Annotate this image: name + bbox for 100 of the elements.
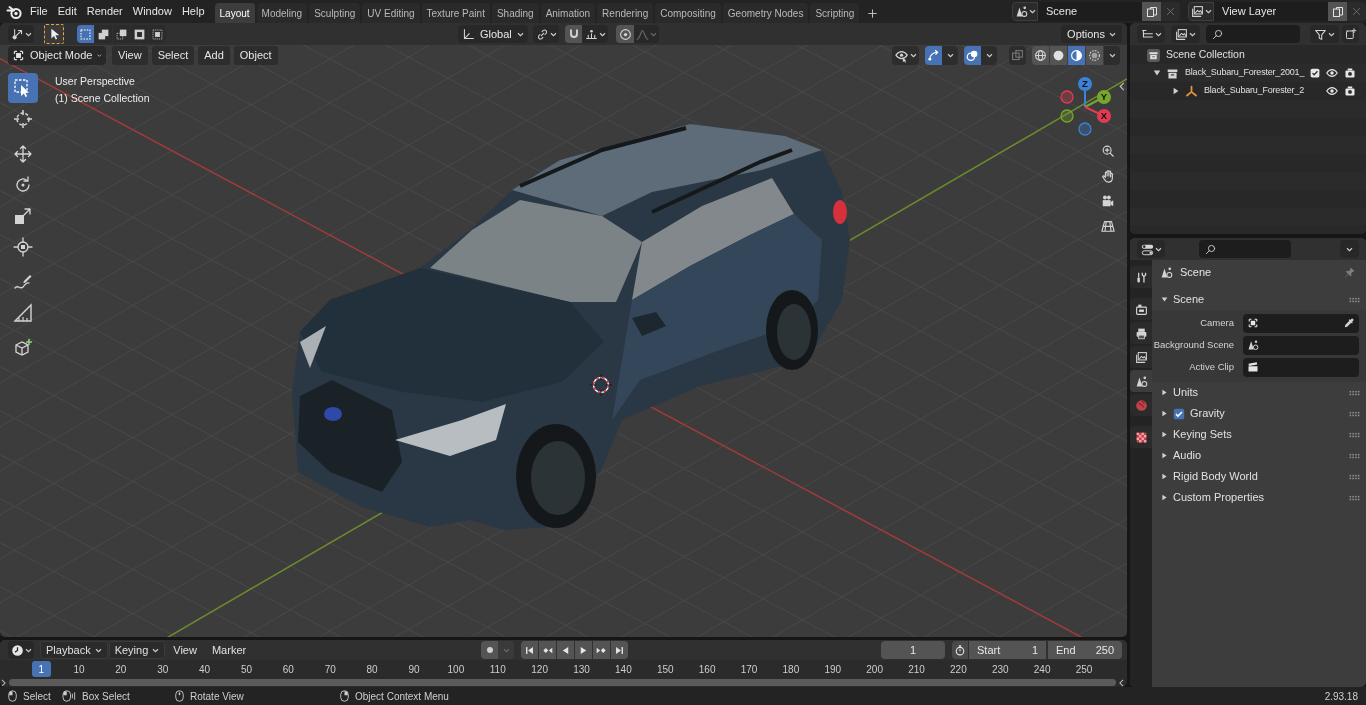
axis-handle[interactable]: Y [1084,90,1111,108]
end-frame-field[interactable]: End 250 [1048,641,1122,659]
timeline-dropdown[interactable]: Keying [108,641,166,659]
header-menu[interactable]: Add [198,46,230,65]
negative-axis-handle[interactable] [1060,90,1074,104]
workspace-tab[interactable]: Animation [540,3,596,23]
render-tab[interactable] [1130,298,1152,320]
disclosure-triangle-icon[interactable] [1172,87,1180,95]
preview-range-toggle[interactable] [952,641,968,659]
header-menu[interactable]: View [166,641,204,659]
shading-mode-button[interactable] [1032,46,1049,65]
drag-handle-icon[interactable] [1349,410,1360,417]
camera-icon[interactable] [1344,67,1356,79]
shading-mode-button[interactable] [1068,46,1085,65]
drag-handle-icon[interactable] [1349,452,1360,459]
shading-mode-button[interactable] [1086,46,1103,65]
previous-keyframe-button[interactable] [539,641,556,659]
view-layer-name-field[interactable]: View Layer [1214,2,1328,21]
gizmo-toggle[interactable] [925,46,942,65]
menu-item[interactable]: Render [81,1,128,22]
drag-handle-icon[interactable] [1349,473,1360,480]
scene-field[interactable] [1243,335,1359,355]
header-menu[interactable]: Select [151,46,195,65]
checkbox-icon[interactable] [1173,407,1185,420]
shading-mode-button[interactable] [1050,46,1067,65]
editor-type-dropdown[interactable] [1137,25,1165,43]
snap-target-dropdown[interactable] [582,25,608,43]
object-field[interactable] [1243,313,1359,333]
chevron-left-icon[interactable] [1119,82,1125,91]
menu-item[interactable]: Window [127,1,177,22]
transform-orientation-dropdown[interactable]: Global [458,25,528,43]
tool-button[interactable] [8,73,38,103]
editor-type-dropdown[interactable] [8,641,34,659]
caret-dropdown[interactable] [981,46,997,65]
workspace-tab[interactable]: Scripting [810,3,860,23]
negative-axis-handle[interactable] [1060,109,1074,123]
display-mode-dropdown[interactable] [1171,25,1200,43]
timeline-dropdown[interactable]: Playback [40,641,108,659]
search-field[interactable] [1199,240,1291,258]
tool-settings-tab[interactable] [1130,266,1152,288]
drag-handle-icon[interactable] [1349,296,1360,303]
car-model-drawing[interactable] [292,124,850,530]
menu-item[interactable]: File [25,1,53,22]
disclosure-triangle-icon[interactable] [1153,69,1161,77]
3d-viewport[interactable]: Object Mode View Select Add Object User Perspective (1) Scene Collection Z Y X [0,45,1127,637]
duplicate-button[interactable] [1328,2,1347,21]
options-dropdown[interactable]: Options [1061,25,1122,43]
overlay-toggle[interactable] [964,46,981,65]
visibility-dropdown[interactable] [892,46,919,65]
duplicate-button[interactable] [1142,2,1161,21]
workspace-tab[interactable]: Sculpting [309,3,361,23]
drag-handle-icon[interactable] [1349,389,1360,396]
workspace-tab[interactable]: Modeling [256,3,308,23]
start-frame-field[interactable]: Start 1 [969,641,1046,659]
chevron-right-icon[interactable] [1,678,6,687]
pivot-point-dropdown[interactable] [533,25,559,43]
proportional-editing-toggle[interactable] [616,25,634,43]
browse-dropdown[interactable] [1012,2,1038,21]
current-frame-field[interactable]: 1 [881,641,945,659]
selection-mode-button[interactable] [113,25,130,43]
jump-start-button[interactable] [521,641,538,659]
playhead[interactable]: 1 [31,661,51,677]
workspace-tab[interactable]: Texture Paint [421,3,490,23]
next-keyframe-button[interactable] [593,641,610,659]
eye-icon[interactable] [1326,85,1338,97]
output-tab[interactable] [1130,322,1152,344]
axis-handle[interactable]: X [1084,106,1111,123]
timeline-scrollbar[interactable] [9,679,1116,686]
caret-dropdown[interactable] [942,46,958,65]
workspace-tab[interactable]: UV Editing [362,3,420,23]
axis-handle[interactable]: Z [1078,77,1092,108]
workspace-tab[interactable]: Compositing [655,3,721,23]
search-field[interactable] [1206,25,1300,43]
snap-toggle[interactable] [565,25,582,43]
texture-tab[interactable] [1130,426,1152,448]
workspace-tab[interactable]: Geometry Nodes [722,3,809,23]
scene-name-field[interactable]: Scene [1038,2,1142,21]
caret-dropdown[interactable] [1104,46,1120,65]
browse-dropdown[interactable] [1188,2,1214,21]
editor-type-dropdown[interactable] [8,25,34,43]
active-tool-button[interactable] [44,24,64,44]
auto-keying-toggle[interactable] [481,641,498,659]
selection-mode-button[interactable] [149,25,166,43]
selection-mode-button[interactable] [131,25,148,43]
checkbox-icon[interactable] [1310,68,1320,78]
drag-handle-icon[interactable] [1349,431,1360,438]
pin-icon[interactable] [1344,266,1356,278]
chevron-left-icon[interactable] [1119,678,1124,687]
clip-field[interactable] [1243,357,1359,377]
workspace-tab[interactable]: Rendering [597,3,654,23]
interaction-mode-dropdown[interactable]: Object Mode [8,46,106,65]
play-reverse-button[interactable] [557,641,574,659]
camera-icon[interactable] [1344,85,1356,97]
header-menu[interactable]: Object [233,46,278,65]
menu-item[interactable]: Edit [52,1,82,22]
header-menu[interactable]: View [112,46,148,65]
drag-handle-icon[interactable] [1349,494,1360,501]
blender-logo-icon[interactable] [6,3,22,20]
selection-mode-button[interactable] [95,25,112,43]
negative-axis-handle[interactable] [1078,122,1092,136]
